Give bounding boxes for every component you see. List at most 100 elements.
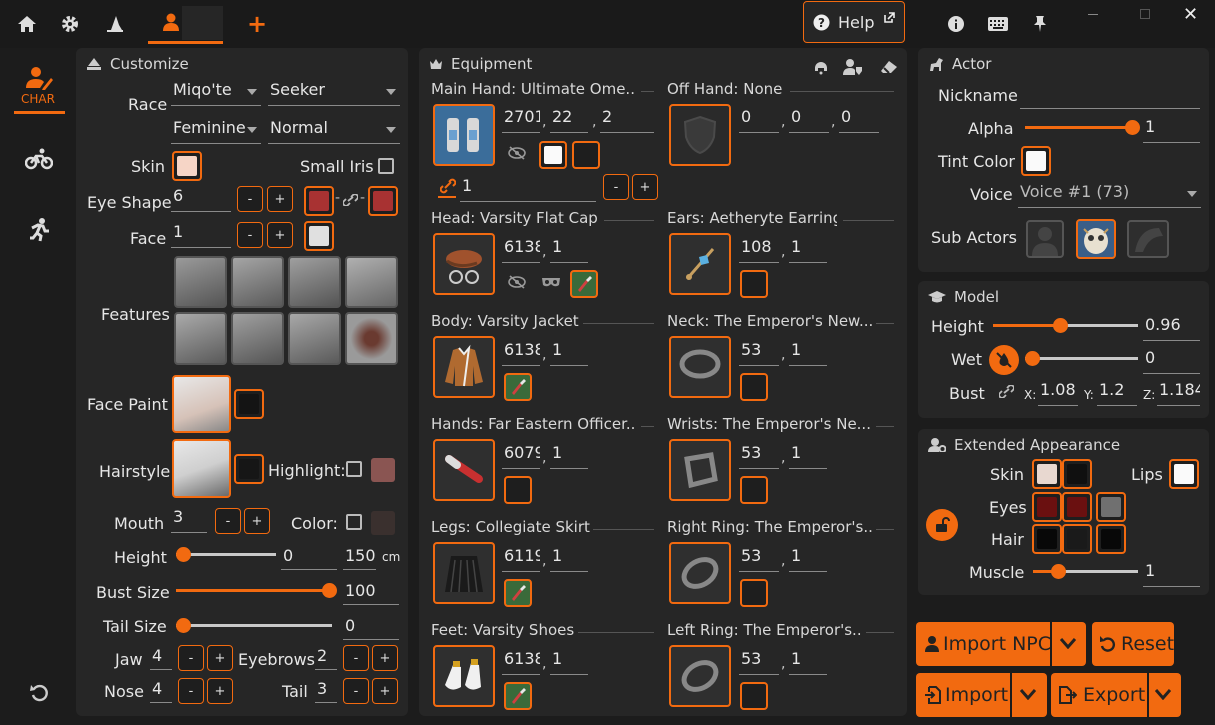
ext-skin-color-1[interactable]: [1032, 459, 1062, 489]
jaw-increment-button[interactable]: +: [207, 645, 233, 671]
wizard-hat-icon[interactable]: [103, 12, 127, 36]
wrists-set-field[interactable]: 53: [739, 443, 779, 469]
import-button[interactable]: Import: [916, 673, 1047, 717]
mouth-increment-button[interactable]: +: [244, 508, 270, 534]
hairstyle-thumb[interactable]: [172, 439, 231, 498]
wrists-dye-swatch[interactable]: [740, 476, 768, 504]
wrists-variant-field[interactable]: 1: [789, 443, 827, 469]
bust-size-slider[interactable]: [176, 583, 337, 598]
highlight-color-swatch[interactable]: [371, 458, 395, 482]
muscle-field[interactable]: 1: [1143, 561, 1200, 587]
sub-actor-slot-1[interactable]: [1026, 220, 1064, 258]
head-dye-swatch[interactable]: [570, 270, 598, 298]
feet-variant-field[interactable]: 1: [550, 649, 588, 675]
jaw-decrement-button[interactable]: -: [178, 645, 204, 671]
wet-slider[interactable]: [1025, 351, 1138, 366]
lip-color-swatch[interactable]: [371, 511, 395, 535]
wet-toggle-button[interactable]: [989, 345, 1019, 375]
minimize-button[interactable]: [1088, 14, 1098, 15]
highlight-checkbox[interactable]: [346, 461, 362, 477]
left-ring-set-field[interactable]: 53: [739, 649, 779, 675]
ears-set-field[interactable]: 108: [739, 237, 779, 263]
right-ring-dye-swatch[interactable]: [740, 579, 768, 607]
help-button[interactable]: ? Help: [803, 1, 905, 43]
main-hand-dye-1-swatch[interactable]: [539, 141, 567, 169]
ears-dye-swatch[interactable]: [740, 270, 768, 298]
import-npc-button[interactable]: Import NPC: [916, 622, 1086, 666]
eye-shape-input[interactable]: 6: [171, 186, 231, 212]
muscle-slider-knob[interactable]: [1051, 564, 1066, 579]
body-variant-field[interactable]: 1: [550, 340, 588, 366]
ext-hair-color-1[interactable]: [1032, 524, 1062, 554]
home-icon[interactable]: [15, 12, 39, 36]
face-paint-color-swatch[interactable]: [234, 389, 264, 419]
height-cm-field[interactable]: 150: [343, 546, 376, 570]
hair-color-swatch[interactable]: [234, 454, 264, 484]
feature-thumb-3[interactable]: [288, 256, 341, 308]
main-hand-link-field[interactable]: 1: [460, 176, 596, 202]
export-button[interactable]: Export: [1051, 673, 1181, 717]
legs-set-field[interactable]: 6119: [502, 546, 540, 572]
sub-actor-slot-2[interactable]: [1076, 219, 1116, 259]
feature-thumb-8[interactable]: [345, 312, 398, 365]
feet-item-icon[interactable]: [433, 645, 495, 707]
hands-item-icon[interactable]: [433, 439, 495, 501]
ext-eyes-color-1[interactable]: [1032, 492, 1062, 522]
tail-decrement-button[interactable]: -: [343, 678, 369, 704]
hands-dye-swatch[interactable]: [504, 476, 532, 504]
nickname-input[interactable]: [1020, 83, 1200, 109]
feet-set-field[interactable]: 6138: [502, 649, 540, 675]
eyebrows-increment-button[interactable]: +: [372, 645, 398, 671]
settings-gear-icon[interactable]: [58, 12, 82, 36]
wet-slider-knob[interactable]: [1025, 351, 1040, 366]
feature-thumb-6[interactable]: [231, 312, 284, 365]
nose-decrement-button[interactable]: -: [178, 678, 204, 704]
tail-input[interactable]: 3: [315, 679, 337, 703]
main-hand-dye-2-swatch[interactable]: [572, 141, 600, 169]
height-slider[interactable]: [176, 547, 276, 562]
head-item-icon[interactable]: [433, 233, 495, 295]
main-hand-link-increment-button[interactable]: +: [632, 174, 658, 200]
main-hand-variant-field[interactable]: 2: [600, 107, 654, 133]
alpha-slider-knob[interactable]: [1125, 120, 1140, 135]
body-set-field[interactable]: 6138: [502, 340, 540, 366]
helmet-icon[interactable]: [813, 59, 829, 75]
skin-color-swatch[interactable]: [172, 151, 202, 181]
height-slider-knob[interactable]: [176, 547, 191, 562]
feature-thumb-7[interactable]: [288, 312, 341, 365]
right-eye-color-swatch[interactable]: [368, 186, 398, 216]
off-hand-item-icon[interactable]: [669, 104, 731, 166]
nav-bike-icon[interactable]: [24, 148, 54, 174]
neck-dye-swatch[interactable]: [740, 373, 768, 401]
head-set-field[interactable]: 6138: [502, 237, 540, 263]
tail-size-slider[interactable]: [176, 618, 332, 633]
add-tab-plus-icon[interactable]: +: [245, 10, 269, 38]
ext-lips-color[interactable]: [1169, 459, 1199, 489]
model-height-slider[interactable]: [993, 318, 1138, 333]
tint-color-swatch[interactable]: [1021, 146, 1051, 176]
small-iris-checkbox[interactable]: [378, 158, 394, 174]
bust-z-field[interactable]: 1.184: [1157, 380, 1200, 406]
ext-eyes-color-3[interactable]: [1096, 492, 1126, 522]
undo-history-icon[interactable]: [30, 684, 48, 706]
tail-size-field[interactable]: 0: [343, 616, 399, 640]
bust-x-field[interactable]: 1.08: [1038, 380, 1078, 406]
body-dye-swatch[interactable]: [504, 373, 532, 401]
neck-set-field[interactable]: 53: [739, 340, 779, 366]
legs-dye-swatch[interactable]: [504, 579, 532, 607]
off-hand-variant-field[interactable]: 0: [839, 107, 879, 133]
face-color-swatch[interactable]: [304, 221, 334, 251]
model-height-slider-knob[interactable]: [1053, 318, 1068, 333]
pin-icon[interactable]: [1028, 12, 1052, 36]
nose-input[interactable]: 4: [150, 679, 172, 703]
link-chain-icon[interactable]: [999, 385, 1014, 398]
left-ring-dye-swatch[interactable]: [740, 682, 768, 710]
race-select[interactable]: Miqo'te: [171, 80, 261, 106]
tail-increment-button[interactable]: +: [372, 678, 398, 704]
hands-variant-field[interactable]: 1: [550, 443, 588, 469]
ext-skin-color-2[interactable]: [1062, 459, 1092, 489]
right-ring-set-field[interactable]: 53: [739, 546, 779, 572]
link-orange-icon[interactable]: [440, 177, 456, 195]
wet-field[interactable]: 0: [1143, 348, 1200, 374]
face-decrement-button[interactable]: -: [237, 222, 263, 248]
